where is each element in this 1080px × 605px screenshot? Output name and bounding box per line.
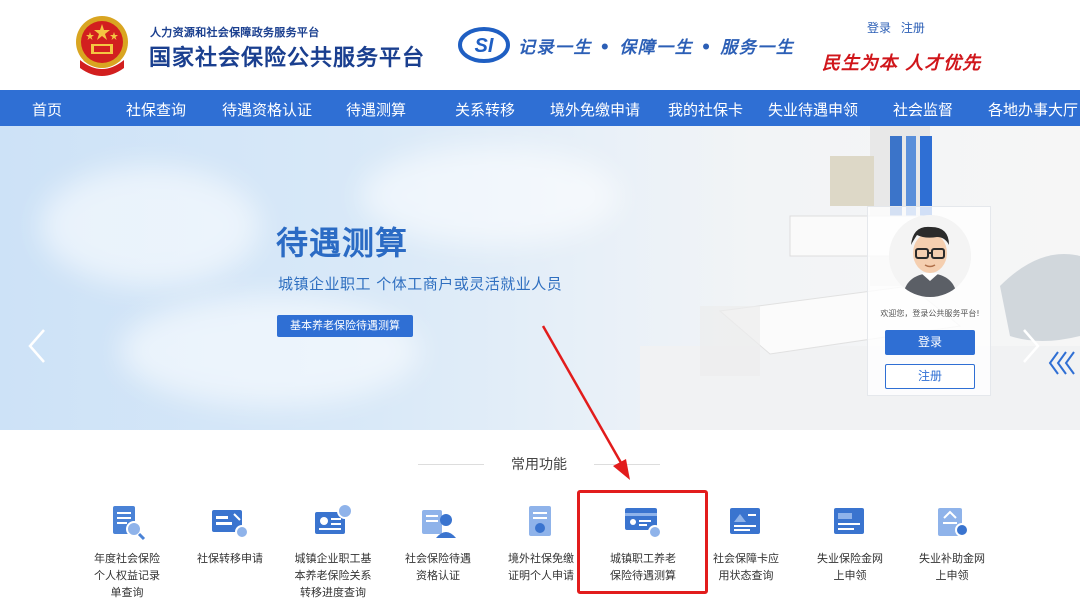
func-benefit-qualification[interactable]: 社会保险待遇 资格认证	[388, 502, 488, 584]
nav-item-my-card[interactable]: 我的社保卡	[668, 99, 743, 120]
si-logo-icon: SI	[458, 27, 510, 63]
func-label: 社会保障卡应 用状态查询	[713, 552, 779, 582]
func-label: 境外社保免缴 证明个人申请	[508, 552, 574, 582]
banner-subtitle: 城镇企业职工 个体工商户或灵活就业人员	[278, 275, 563, 293]
section-title: 常用功能	[484, 454, 594, 474]
overseas-exemption-icon	[529, 506, 551, 536]
nav-item-social-insurance-query[interactable]: 社保查询	[126, 99, 186, 120]
site-header: 人力资源和社会保障政务服务平台 国家社会保险公共服务平台 SI 记录一生 • 保…	[0, 0, 1080, 90]
func-transfer-application[interactable]: 社保转移申请	[180, 502, 280, 567]
func-pension-benefit-calc[interactable]: 城镇职工养老 保险待遇测算	[593, 502, 693, 584]
login-button[interactable]: 登录	[885, 330, 975, 355]
avatar	[889, 215, 971, 297]
nav-item-unemployment[interactable]: 失业待遇申领	[768, 99, 858, 120]
site-subtitle: 人力资源和社会保障政务服务平台	[150, 26, 320, 39]
func-label: 社保转移申请	[197, 552, 263, 565]
func-annual-record-query[interactable]: 年度社会保险 个人权益记录 单查询	[77, 502, 177, 601]
nav-item-local-halls[interactable]: 各地办事大厅	[988, 99, 1078, 120]
welcome-text: 欢迎您，登录公共服务平台!	[880, 309, 980, 318]
record-doc-icon	[113, 506, 146, 541]
chevron-left-icon[interactable]	[26, 326, 48, 366]
transfer-card-icon	[212, 510, 249, 539]
site-title: 国家社会保险公共服务平台	[149, 46, 426, 71]
func-label: 年度社会保险 个人权益记录 单查询	[94, 552, 160, 599]
nav-item-overseas-exemption[interactable]: 境外免缴申请	[550, 99, 640, 120]
header-register-link[interactable]: 注册	[901, 21, 925, 35]
func-label: 失业保险金网 上申领	[817, 552, 883, 582]
func-unemployment-insurance[interactable]: 失业保险金网 上申领	[800, 502, 900, 584]
double-chevron-left-icon[interactable]	[1046, 350, 1078, 376]
cloud-decoration	[120, 296, 420, 406]
national-emblem-icon	[76, 16, 128, 76]
header-login-link[interactable]: 登录	[867, 21, 891, 35]
cloud-decoration	[40, 166, 260, 286]
nav-item-home[interactable]: 首页	[32, 99, 62, 120]
certification-icon	[422, 510, 456, 538]
chevron-right-icon[interactable]	[1020, 326, 1042, 366]
func-label: 城镇职工养老 保险待遇测算	[610, 552, 676, 582]
func-label: 社会保险待遇 资格认证	[405, 552, 471, 582]
register-button[interactable]: 注册	[885, 364, 975, 389]
func-overseas-exemption[interactable]: 境外社保免缴 证明个人申请	[491, 502, 591, 584]
nav-item-relation-transfer[interactable]: 关系转移	[455, 99, 515, 120]
nav-item-qualification-cert[interactable]: 待遇资格认证	[222, 99, 312, 120]
func-label: 失业补助金网 上申领	[919, 552, 985, 582]
nav-item-supervision[interactable]: 社会监督	[893, 99, 953, 120]
pension-calc-button[interactable]: 基本养老保险待遇测算	[277, 315, 413, 337]
unemployment-subsidy-icon	[938, 508, 969, 537]
motto: 民生为本 人才优先	[822, 53, 982, 74]
office-desk-illustration	[640, 126, 1080, 430]
auth-links: 登录 注册	[867, 19, 931, 36]
pension-calc-icon	[625, 508, 662, 539]
pension-transfer-icon	[315, 503, 353, 534]
func-label: 城镇企业职工基 本养老保险关系 转移进度查询	[294, 552, 372, 599]
card-status-icon	[730, 508, 760, 534]
main-nav: 首页 社保查询 待遇资格认证 待遇测算 关系转移 境外免缴申请 我的社保卡 失业…	[0, 90, 1080, 126]
func-unemployment-subsidy[interactable]: 失业补助金网 上申领	[902, 502, 1002, 584]
slogan: 记录一生 • 保障一生 • 服务一生	[518, 38, 795, 58]
func-card-status-query[interactable]: 社会保障卡应 用状态查询	[696, 502, 796, 584]
banner-title: 待遇测算	[276, 224, 409, 262]
svg-text:SI: SI	[475, 35, 494, 57]
unemployment-insurance-icon	[834, 508, 864, 534]
func-pension-transfer-progress[interactable]: 城镇企业职工基 本养老保险关系 转移进度查询	[283, 502, 383, 601]
login-card: 欢迎您，登录公共服务平台! 登录 注册	[867, 206, 991, 396]
nav-item-benefit-calc[interactable]: 待遇测算	[346, 99, 406, 120]
